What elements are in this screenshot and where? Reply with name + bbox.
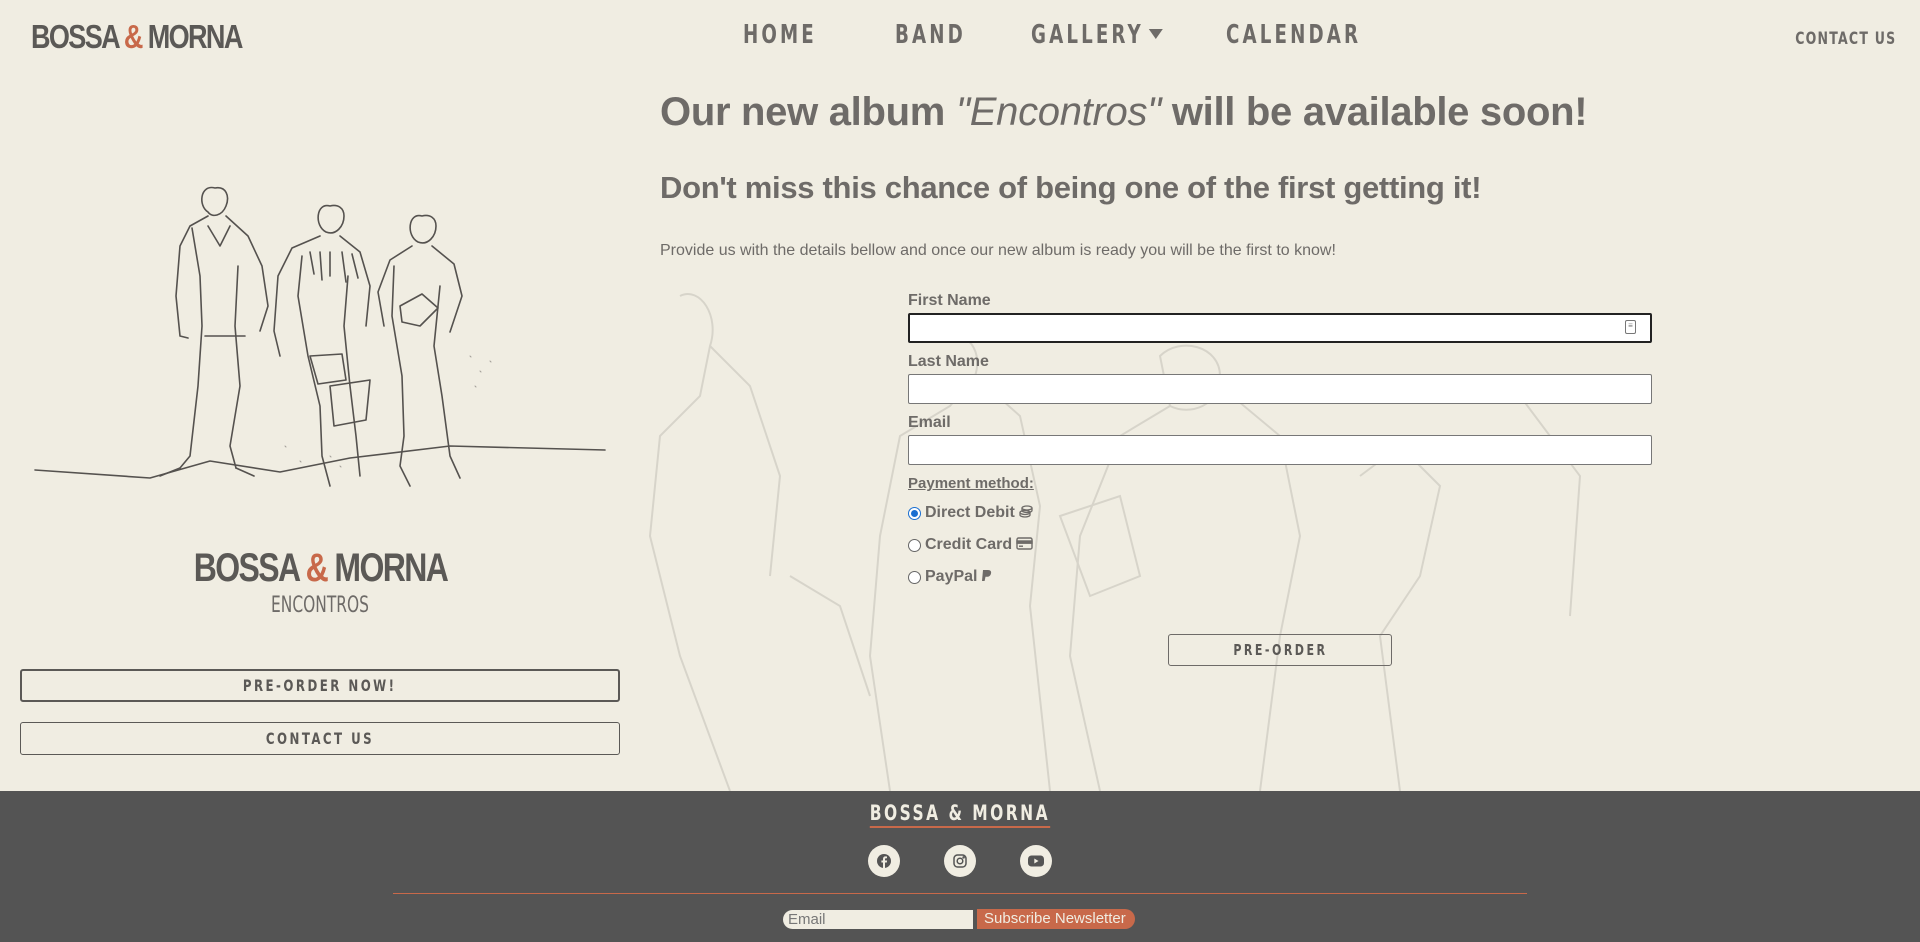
album-brand: BOSSA & MORNA <box>193 546 448 591</box>
band-line-art <box>34 186 606 487</box>
social-links <box>868 845 1052 877</box>
album-sidebar: BOSSA & MORNA ENCONTROS PRE-ORDER NOW! C… <box>0 76 640 791</box>
preorder-now-button[interactable]: PRE-ORDER NOW! <box>20 669 620 702</box>
headline-post: will be available soon! <box>1161 90 1588 134</box>
sidebar-contact-button[interactable]: CONTACT US <box>20 722 620 755</box>
payment-option-paypal[interactable]: PayPal <box>908 568 1652 586</box>
facebook-icon[interactable] <box>868 845 900 877</box>
preorder-now-label: PRE-ORDER NOW! <box>243 676 397 695</box>
credit-card-icon <box>1016 537 1033 553</box>
footer-brand: BOSSA & MORNA <box>0 801 1920 828</box>
autofill-icon[interactable]: ≡ <box>1625 320 1636 334</box>
page-subheadline: Don't miss this chance of being one of t… <box>660 170 1482 205</box>
brand-logo-amp: & <box>123 18 144 55</box>
intro-text: Provide us with the details bellow and o… <box>660 242 1336 259</box>
nav-gallery-label: GALLERY <box>1031 20 1144 50</box>
brand-logo-left: BOSSA <box>31 18 120 55</box>
first-name-label: First Name <box>908 292 991 309</box>
email-field[interactable] <box>908 435 1652 465</box>
instagram-icon[interactable] <box>944 845 976 877</box>
last-name-label: Last Name <box>908 353 989 370</box>
headline-album: "Encontros" <box>955 90 1162 134</box>
radio-direct-debit[interactable] <box>908 506 921 520</box>
nav-calendar[interactable]: CALENDAR <box>1226 20 1361 50</box>
preorder-section: Our new album "Encontros" will be availa… <box>640 76 1920 791</box>
album-brand-right: MORNA <box>333 546 448 590</box>
newsletter-email-input[interactable]: Email <box>783 909 973 929</box>
page-headline: Our new album "Encontros" will be availa… <box>660 90 1588 135</box>
subscribe-newsletter-button[interactable]: Subscribe Newsletter <box>977 909 1135 929</box>
nav-home[interactable]: HOME <box>743 20 821 50</box>
top-navbar: BOSSA & MORNA HOME BAND GALLERY CALENDAR… <box>0 0 1920 76</box>
preorder-submit-label: PRE-ORDER <box>1232 641 1328 659</box>
chevron-down-icon <box>1148 28 1163 39</box>
direct-debit-label: Direct Debit <box>925 504 1015 521</box>
radio-credit-card[interactable] <box>908 538 921 552</box>
email-label: Email <box>908 414 951 431</box>
payment-option-credit-card[interactable]: Credit Card <box>908 536 1652 554</box>
paypal-label: PayPal <box>925 568 978 585</box>
newsletter-form: Email Subscribe Newsletter <box>783 909 1135 929</box>
radio-paypal[interactable] <box>908 570 921 584</box>
coins-icon <box>1019 504 1034 522</box>
footer: BOSSA & MORNA Email Subscribe Newsletter <box>0 791 1920 942</box>
payment-method-title: Payment method: <box>908 475 1034 492</box>
nav-gallery[interactable]: GALLERY <box>1031 20 1163 50</box>
album-title: ENCONTROS <box>271 593 369 618</box>
paypal-icon <box>981 569 992 585</box>
sidebar-contact-label: CONTACT US <box>265 729 375 748</box>
album-brand-left: BOSSA <box>193 546 299 590</box>
album-brand-amp: & <box>305 546 328 590</box>
payment-option-direct-debit[interactable]: Direct Debit <box>908 504 1652 522</box>
first-name-field[interactable] <box>908 313 1652 343</box>
footer-divider <box>393 893 1527 894</box>
last-name-field[interactable] <box>908 374 1652 404</box>
nav-band[interactable]: BAND <box>895 20 963 50</box>
preorder-form: First Name ≡ Last Name Email Payment met… <box>908 292 1652 600</box>
brand-logo-right: MORNA <box>147 18 244 55</box>
youtube-icon[interactable] <box>1020 845 1052 877</box>
headline-pre: Our new album <box>660 90 956 134</box>
credit-card-label: Credit Card <box>925 536 1013 553</box>
footer-brand-text[interactable]: BOSSA & MORNA <box>869 801 1051 828</box>
nav-contact-us[interactable]: CONTACT US <box>1795 29 1896 49</box>
preorder-submit-button[interactable]: PRE-ORDER <box>1168 634 1392 666</box>
album-logo: BOSSA & MORNA ENCONTROS <box>0 546 640 618</box>
brand-logo[interactable]: BOSSA & MORNA <box>31 18 244 56</box>
nav-links: HOME BAND GALLERY CALENDAR <box>743 20 1451 50</box>
first-name-wrap: ≡ <box>908 313 1652 343</box>
